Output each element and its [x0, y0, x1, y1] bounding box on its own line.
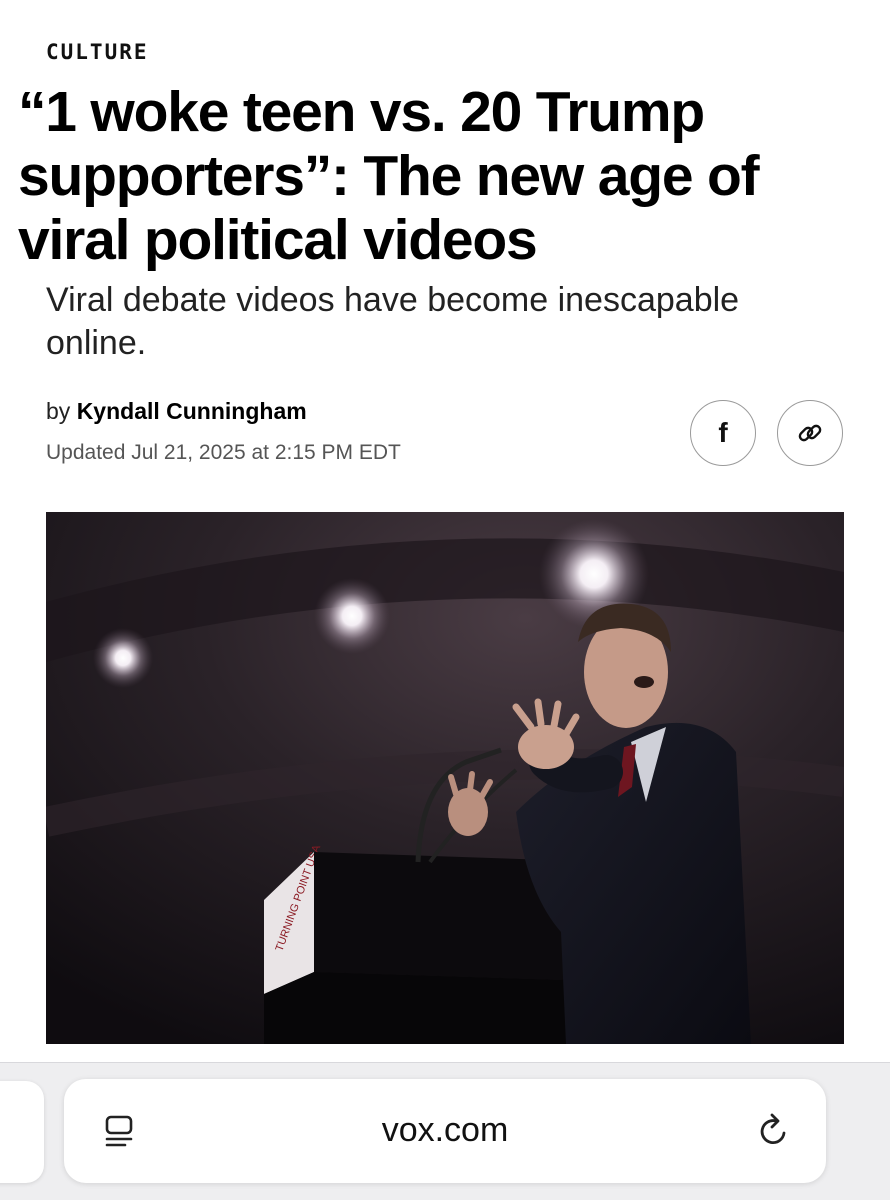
browser-bottom-bar: vox.com [0, 1062, 890, 1200]
facebook-share-button[interactable]: f [690, 400, 756, 466]
copy-link-button[interactable] [777, 400, 843, 466]
dek: Viral debate videos have become inescapa… [46, 281, 740, 362]
address-bar[interactable]: vox.com [64, 1079, 826, 1183]
link-icon [798, 424, 822, 442]
facebook-icon: f [718, 417, 728, 448]
section-label[interactable]: CULTURE [46, 40, 149, 64]
article: CULTURE “1 woke teen vs. 20 Trump suppor… [0, 0, 890, 1062]
author-link[interactable]: Kyndall Cunningham [77, 398, 307, 424]
hero-photo: TURNING POINT USA [46, 512, 844, 1044]
headline: “1 woke teen vs. 20 Trump supporters”: T… [18, 80, 760, 272]
previous-tab-preview[interactable] [0, 1081, 44, 1183]
url-text[interactable]: vox.com [64, 1111, 826, 1150]
byline: by Kyndall Cunningham [46, 398, 307, 425]
byline-prefix: by [46, 398, 71, 424]
updated-timestamp: Updated Jul 21, 2025 at 2:15 PM EDT [46, 441, 401, 464]
speaker-at-podium-image: TURNING POINT USA [46, 512, 844, 1044]
reload-icon[interactable] [754, 1111, 794, 1151]
